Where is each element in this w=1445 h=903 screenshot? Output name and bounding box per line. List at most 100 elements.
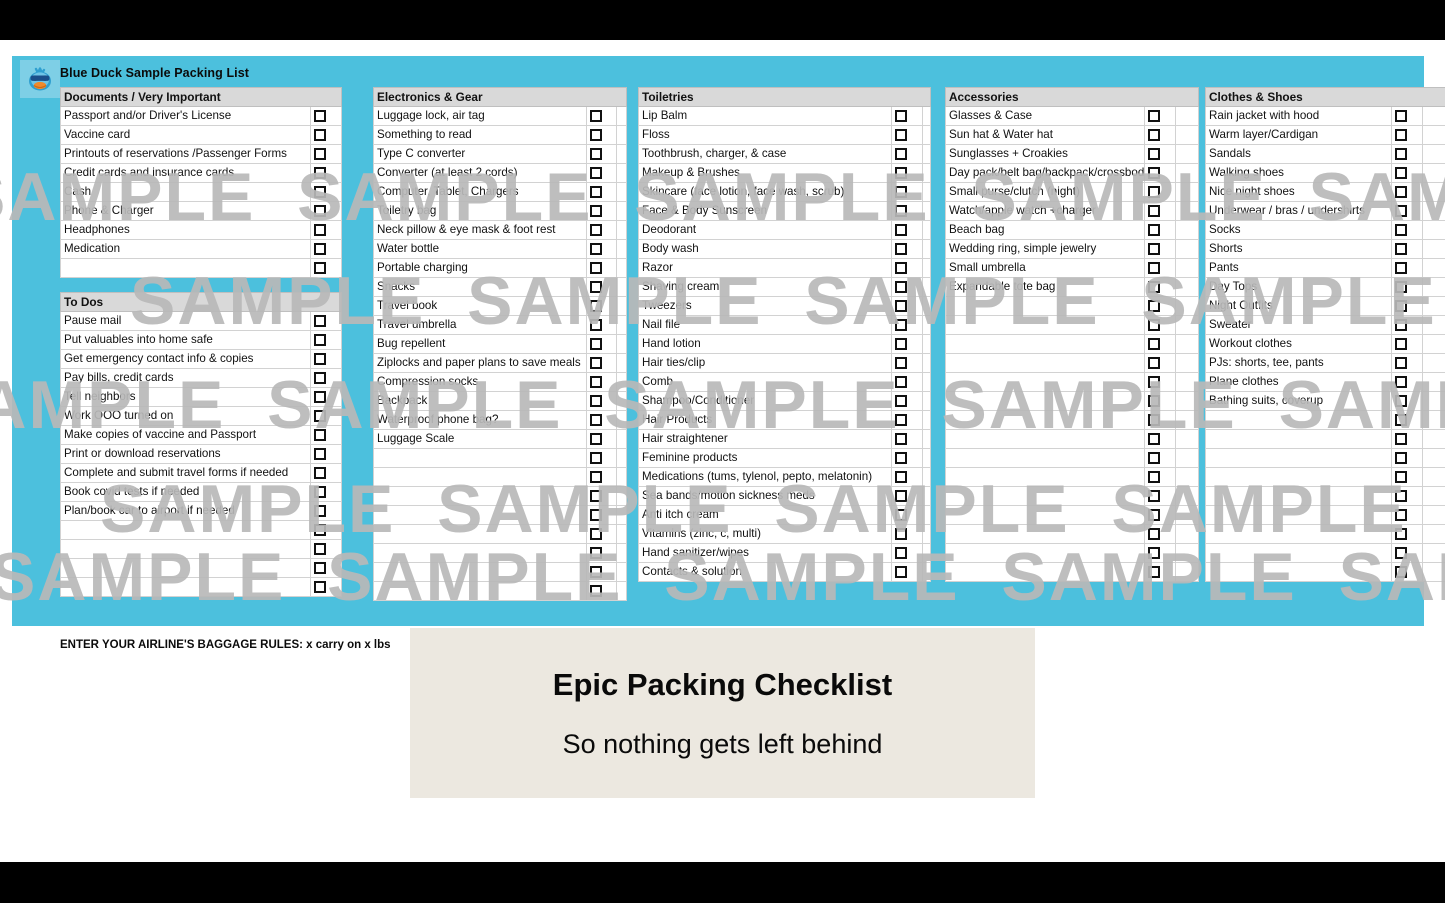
checkbox-icon[interactable] bbox=[1395, 337, 1407, 350]
checkbox-cell[interactable] bbox=[309, 425, 343, 445]
checkbox-icon[interactable] bbox=[1148, 394, 1160, 407]
checkbox-cell[interactable] bbox=[1144, 448, 1176, 468]
checkbox-cell[interactable] bbox=[309, 201, 343, 221]
checkbox-cell[interactable] bbox=[309, 349, 343, 369]
checkbox-cell[interactable] bbox=[586, 372, 617, 392]
checkbox-icon[interactable] bbox=[895, 280, 907, 293]
checkbox-icon[interactable] bbox=[314, 466, 326, 479]
checkbox-cell[interactable] bbox=[1144, 543, 1176, 563]
checkbox-cell[interactable] bbox=[891, 448, 923, 468]
checkbox-cell[interactable] bbox=[1144, 334, 1176, 354]
checkbox-cell[interactable] bbox=[891, 201, 923, 221]
checkbox-icon[interactable] bbox=[314, 561, 326, 574]
checkbox-icon[interactable] bbox=[314, 542, 326, 555]
checkbox-icon[interactable] bbox=[1395, 356, 1407, 369]
checkbox-icon[interactable] bbox=[1148, 413, 1160, 426]
checkbox-cell[interactable] bbox=[309, 501, 343, 521]
checkbox-cell[interactable] bbox=[586, 239, 617, 259]
checkbox-icon[interactable] bbox=[895, 204, 907, 217]
checkbox-cell[interactable] bbox=[309, 106, 343, 126]
checkbox-cell[interactable] bbox=[1391, 125, 1423, 145]
checkbox-icon[interactable] bbox=[590, 318, 602, 331]
checkbox-icon[interactable] bbox=[314, 333, 326, 346]
checkbox-cell[interactable] bbox=[1391, 182, 1423, 202]
checkbox-cell[interactable] bbox=[1144, 562, 1176, 582]
checkbox-cell[interactable] bbox=[586, 163, 617, 183]
checkbox-icon[interactable] bbox=[590, 546, 602, 559]
checkbox-cell[interactable] bbox=[1391, 201, 1423, 221]
checkbox-icon[interactable] bbox=[895, 147, 907, 160]
checkbox-cell[interactable] bbox=[586, 125, 617, 145]
checkbox-cell[interactable] bbox=[891, 125, 923, 145]
checkbox-cell[interactable] bbox=[586, 505, 617, 525]
checkbox-cell[interactable] bbox=[1144, 486, 1176, 506]
checkbox-cell[interactable] bbox=[309, 558, 343, 578]
checkbox-cell[interactable] bbox=[586, 201, 617, 221]
checkbox-icon[interactable] bbox=[1395, 318, 1407, 331]
checkbox-cell[interactable] bbox=[1391, 163, 1423, 183]
checkbox-cell[interactable] bbox=[1144, 467, 1176, 487]
checkbox-cell[interactable] bbox=[1144, 277, 1176, 297]
checkbox-icon[interactable] bbox=[590, 413, 602, 426]
checkbox-icon[interactable] bbox=[1395, 470, 1407, 483]
checkbox-icon[interactable] bbox=[314, 242, 326, 255]
checkbox-cell[interactable] bbox=[586, 467, 617, 487]
checkbox-cell[interactable] bbox=[1391, 429, 1423, 449]
checkbox-icon[interactable] bbox=[895, 394, 907, 407]
checkbox-cell[interactable] bbox=[891, 429, 923, 449]
checkbox-icon[interactable] bbox=[314, 523, 326, 536]
checkbox-cell[interactable] bbox=[586, 581, 617, 601]
checkbox-icon[interactable] bbox=[895, 470, 907, 483]
checkbox-icon[interactable] bbox=[1148, 375, 1160, 388]
checkbox-icon[interactable] bbox=[1395, 242, 1407, 255]
checkbox-icon[interactable] bbox=[895, 318, 907, 331]
checkbox-icon[interactable] bbox=[1395, 565, 1407, 578]
checkbox-cell[interactable] bbox=[1391, 467, 1423, 487]
checkbox-icon[interactable] bbox=[590, 356, 602, 369]
checkbox-cell[interactable] bbox=[891, 106, 923, 126]
checkbox-icon[interactable] bbox=[1395, 413, 1407, 426]
checkbox-icon[interactable] bbox=[1148, 337, 1160, 350]
checkbox-cell[interactable] bbox=[586, 353, 617, 373]
checkbox-cell[interactable] bbox=[891, 220, 923, 240]
checkbox-icon[interactable] bbox=[895, 489, 907, 502]
checkbox-icon[interactable] bbox=[590, 337, 602, 350]
checkbox-cell[interactable] bbox=[891, 524, 923, 544]
checkbox-cell[interactable] bbox=[1391, 391, 1423, 411]
checkbox-icon[interactable] bbox=[895, 356, 907, 369]
checkbox-icon[interactable] bbox=[590, 147, 602, 160]
checkbox-cell[interactable] bbox=[586, 429, 617, 449]
checkbox-icon[interactable] bbox=[1148, 470, 1160, 483]
checkbox-cell[interactable] bbox=[1391, 258, 1423, 278]
checkbox-cell[interactable] bbox=[1391, 543, 1423, 563]
checkbox-icon[interactable] bbox=[314, 409, 326, 422]
checkbox-cell[interactable] bbox=[309, 577, 343, 597]
checkbox-icon[interactable] bbox=[590, 261, 602, 274]
checkbox-cell[interactable] bbox=[1144, 505, 1176, 525]
checkbox-icon[interactable] bbox=[590, 166, 602, 179]
checkbox-icon[interactable] bbox=[1395, 280, 1407, 293]
checkbox-icon[interactable] bbox=[590, 109, 602, 122]
checkbox-icon[interactable] bbox=[590, 223, 602, 236]
checkbox-icon[interactable] bbox=[1148, 356, 1160, 369]
checkbox-cell[interactable] bbox=[1391, 505, 1423, 525]
checkbox-cell[interactable] bbox=[1391, 277, 1423, 297]
checkbox-icon[interactable] bbox=[590, 204, 602, 217]
checkbox-cell[interactable] bbox=[586, 277, 617, 297]
checkbox-icon[interactable] bbox=[895, 451, 907, 464]
checkbox-icon[interactable] bbox=[1148, 280, 1160, 293]
checkbox-cell[interactable] bbox=[891, 410, 923, 430]
checkbox-icon[interactable] bbox=[895, 242, 907, 255]
checkbox-cell[interactable] bbox=[1391, 486, 1423, 506]
checkbox-icon[interactable] bbox=[895, 413, 907, 426]
checkbox-cell[interactable] bbox=[1144, 391, 1176, 411]
checkbox-icon[interactable] bbox=[1395, 451, 1407, 464]
checkbox-cell[interactable] bbox=[1144, 353, 1176, 373]
checkbox-icon[interactable] bbox=[590, 242, 602, 255]
checkbox-cell[interactable] bbox=[891, 315, 923, 335]
checkbox-icon[interactable] bbox=[1395, 128, 1407, 141]
checkbox-cell[interactable] bbox=[1144, 258, 1176, 278]
checkbox-cell[interactable] bbox=[586, 296, 617, 316]
checkbox-cell[interactable] bbox=[891, 163, 923, 183]
checkbox-icon[interactable] bbox=[314, 166, 326, 179]
